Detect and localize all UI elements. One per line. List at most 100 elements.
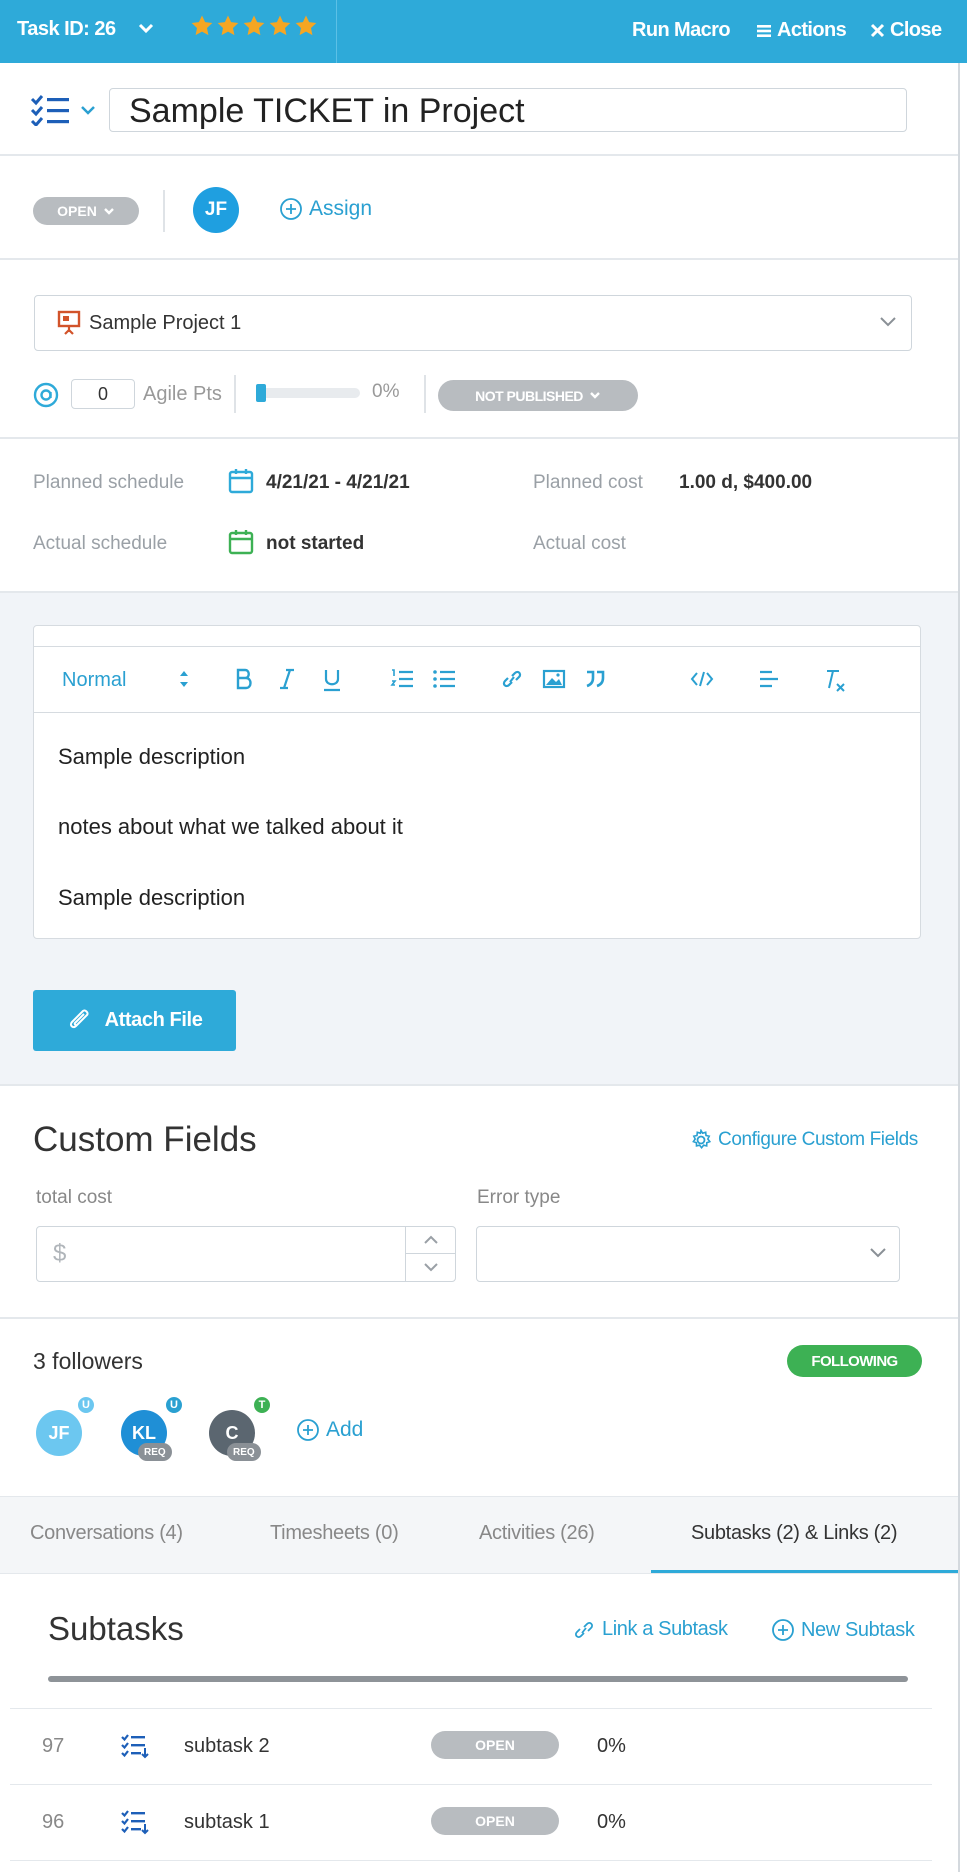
- tab-activities[interactable]: Activities (26): [479, 1522, 595, 1545]
- assign-button[interactable]: Assign: [279, 197, 372, 221]
- publish-status-label: NOT PUBLISHED: [475, 387, 583, 404]
- progress-slider[interactable]: [256, 384, 360, 402]
- planned-cost-value: 1.00 d, $400.00: [679, 472, 813, 493]
- project-name: Sample Project 1: [89, 312, 242, 334]
- add-follower-button[interactable]: Add: [296, 1418, 363, 1442]
- description-editor[interactable]: Normal Sample description notes about wh…: [33, 625, 921, 939]
- presentation-icon: [57, 310, 81, 335]
- chevron-down-icon[interactable]: [80, 104, 96, 116]
- image-icon[interactable]: [542, 668, 566, 690]
- divider: [0, 154, 958, 156]
- clear-format-icon[interactable]: [824, 668, 848, 692]
- subtasks-title: Subtasks: [48, 1610, 184, 1647]
- new-subtask-button[interactable]: New Subtask: [771, 1618, 915, 1642]
- publish-status-dropdown[interactable]: NOT PUBLISHED: [438, 380, 638, 411]
- quote-icon[interactable]: [584, 668, 606, 690]
- divider: [0, 437, 958, 439]
- chevron-down-icon: [880, 317, 896, 327]
- calendar-icon[interactable]: [228, 529, 254, 555]
- attach-file-label: Attach File: [104, 1009, 203, 1031]
- tab-subtasks-links[interactable]: Subtasks (2) & Links (2): [691, 1522, 898, 1545]
- error-type-label: Error type: [477, 1187, 561, 1208]
- tab-conversations[interactable]: Conversations (4): [30, 1522, 183, 1545]
- star-icon[interactable]: [242, 14, 266, 38]
- plus-circle-icon: [297, 1419, 319, 1441]
- subtask-name[interactable]: subtask 1: [184, 1811, 270, 1834]
- star-rating[interactable]: [190, 14, 318, 38]
- total-cost-label: total cost: [36, 1187, 113, 1208]
- description-line: notes about what we talked about it: [58, 814, 403, 839]
- assign-label: Assign: [309, 197, 373, 220]
- divider: [0, 258, 958, 260]
- progress-handle[interactable]: [256, 384, 266, 402]
- assignee-avatar[interactable]: JF: [193, 187, 239, 233]
- format-select[interactable]: Normal: [62, 669, 126, 692]
- agile-points-input[interactable]: 0: [71, 379, 135, 409]
- total-cost-input[interactable]: $: [36, 1226, 456, 1282]
- description-line: Sample description: [58, 885, 246, 910]
- sort-arrows-icon[interactable]: [178, 668, 190, 690]
- stepper-divider: [406, 1253, 456, 1254]
- subtask-id: 96: [42, 1811, 65, 1833]
- follower-avatar[interactable]: JF: [36, 1410, 82, 1456]
- calendar-icon[interactable]: [228, 468, 254, 494]
- actual-cost-label: Actual cost: [533, 533, 626, 554]
- status-label: OPEN: [57, 203, 97, 219]
- underline-icon[interactable]: [322, 668, 342, 692]
- tab-timesheets[interactable]: Timesheets (0): [270, 1522, 399, 1545]
- subtask-status[interactable]: OPEN: [431, 1807, 559, 1835]
- status-dropdown[interactable]: OPEN: [33, 197, 139, 225]
- row-divider: [10, 1708, 932, 1709]
- custom-fields-title: Custom Fields: [33, 1120, 257, 1159]
- separator: [424, 375, 426, 413]
- chevron-down-icon[interactable]: [138, 22, 154, 34]
- link-icon[interactable]: [500, 668, 524, 690]
- chevron-up-icon[interactable]: [423, 1235, 439, 1245]
- divider: [0, 1084, 958, 1086]
- code-icon[interactable]: [690, 668, 714, 690]
- planned-schedule-value[interactable]: 4/21/21 - 4/21/21: [266, 472, 410, 494]
- star-icon[interactable]: [294, 14, 318, 38]
- editor-toolbar: Normal: [34, 647, 920, 713]
- plus-circle-icon: [280, 198, 302, 220]
- ordered-list-icon[interactable]: [390, 668, 414, 690]
- star-icon[interactable]: [268, 14, 292, 38]
- align-icon[interactable]: [758, 668, 780, 690]
- paperclip-icon: [69, 1009, 89, 1028]
- actions-button[interactable]: Actions: [756, 19, 847, 42]
- checklist-icon[interactable]: [30, 94, 72, 126]
- error-type-select[interactable]: [476, 1226, 900, 1282]
- requester-tag: REQ: [138, 1443, 172, 1461]
- chevron-down-icon[interactable]: [423, 1262, 439, 1272]
- top-divider: [336, 0, 337, 63]
- configure-custom-fields-link[interactable]: Configure Custom Fields: [690, 1129, 918, 1151]
- follower-badge: T: [252, 1395, 272, 1415]
- description-line: Sample description: [58, 744, 246, 769]
- cost-stepper[interactable]: [405, 1227, 456, 1281]
- separator: [234, 375, 236, 413]
- title-input[interactable]: Sample TICKET in Project: [109, 88, 907, 132]
- top-bar: Task ID: 26 Run Macro Actions Close: [0, 0, 967, 63]
- bullet-list-icon[interactable]: [432, 668, 456, 690]
- task-id[interactable]: Task ID: 26: [17, 18, 116, 41]
- subtask-id: 97: [42, 1735, 65, 1757]
- project-select[interactable]: Sample Project 1: [34, 295, 912, 351]
- close-icon: [870, 23, 885, 38]
- configure-label: Configure Custom Fields: [718, 1129, 918, 1150]
- italic-icon[interactable]: [278, 668, 296, 690]
- bold-icon[interactable]: [234, 668, 254, 690]
- subtask-icon: [121, 1734, 149, 1759]
- subtask-progress: 0%: [597, 1735, 626, 1757]
- actual-schedule-value[interactable]: not started: [266, 533, 364, 555]
- run-macro-button[interactable]: Run Macro: [632, 19, 731, 42]
- close-button[interactable]: Close: [870, 19, 942, 42]
- subtask-status[interactable]: OPEN: [431, 1731, 559, 1759]
- following-toggle[interactable]: FOLLOWING: [787, 1345, 922, 1377]
- agile-points-label: Agile Pts: [143, 383, 222, 405]
- subtask-name[interactable]: subtask 2: [184, 1735, 270, 1758]
- link-subtask-button[interactable]: Link a Subtask: [572, 1618, 728, 1641]
- star-icon[interactable]: [190, 14, 214, 38]
- attach-file-button[interactable]: Attach File: [33, 990, 236, 1051]
- row-divider: [10, 1860, 932, 1861]
- star-icon[interactable]: [216, 14, 240, 38]
